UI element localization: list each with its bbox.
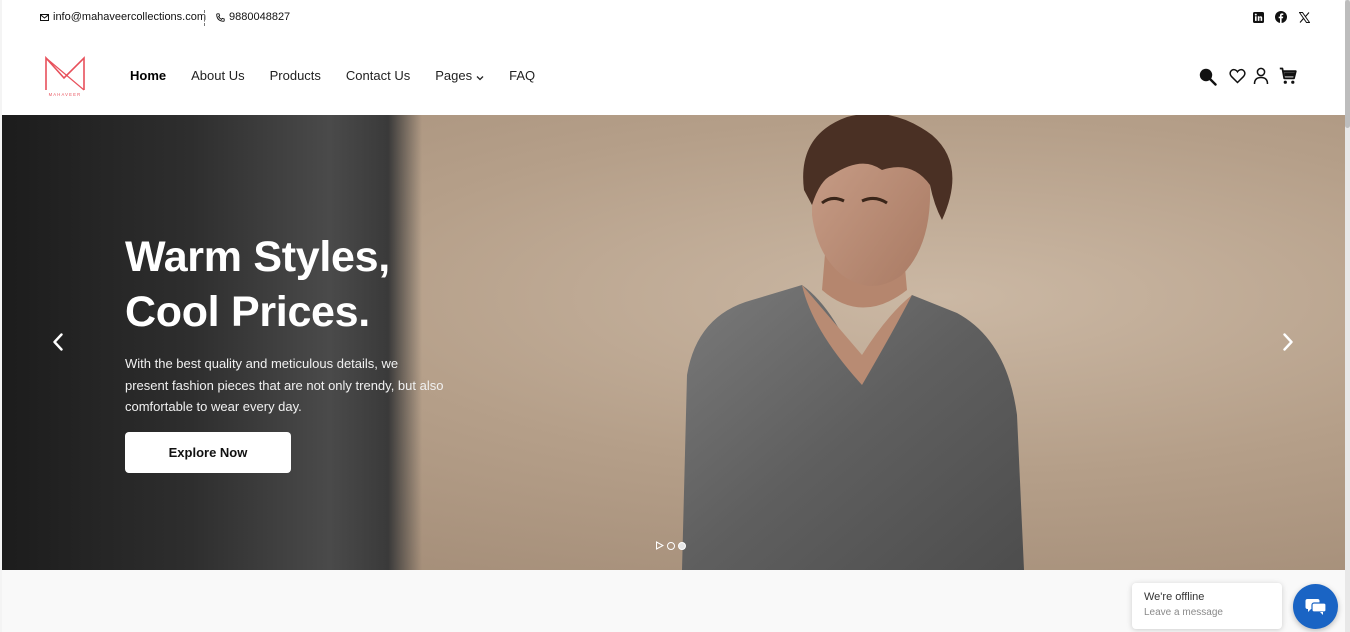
chat-launcher-button[interactable]: [1293, 584, 1338, 629]
email-text: info@mahaveercollections.com: [53, 11, 207, 23]
nav-pages-label: Pages: [435, 68, 473, 83]
page: info@mahaveercollections.com 9880048827 …: [2, 0, 1345, 632]
nav-faq[interactable]: FAQ: [509, 68, 535, 84]
slider-dot-1[interactable]: [667, 541, 675, 550]
hero-title-line1: Warm Styles,: [125, 233, 390, 281]
linkedin-icon[interactable]: [1252, 11, 1264, 23]
slider-dot-2[interactable]: [678, 541, 686, 550]
slider-prev-arrow[interactable]: [47, 331, 69, 353]
nav-pages[interactable]: Pages: [435, 68, 484, 84]
explore-now-button[interactable]: Explore Now: [125, 432, 291, 473]
hero-title-line2: Cool Prices.: [125, 288, 370, 336]
chat-icon: [1305, 598, 1327, 615]
topbar-divider: [204, 10, 205, 26]
cart-icon[interactable]: [1278, 66, 1298, 86]
chat-status: We're offline: [1144, 591, 1205, 603]
page-scrollbar[interactable]: [1345, 0, 1350, 632]
search-icon[interactable]: [1197, 66, 1217, 86]
chevron-down-icon: [476, 69, 484, 84]
nav-contact-us[interactable]: Contact Us: [346, 68, 410, 84]
play-icon[interactable]: [655, 541, 664, 550]
heart-icon[interactable]: [1227, 66, 1247, 86]
nav-about-us[interactable]: About Us: [191, 68, 244, 84]
phone-icon: [216, 12, 225, 22]
phone-text: 9880048827: [229, 11, 291, 23]
mail-icon: [40, 13, 49, 21]
chevron-left-icon: [53, 333, 63, 351]
top-bar: info@mahaveercollections.com 9880048827: [2, 0, 1345, 36]
main-nav: Home About Us Products Contact Us Pages …: [130, 68, 560, 84]
slider-pagination: [655, 541, 686, 550]
facebook-icon[interactable]: [1275, 11, 1287, 23]
hero-slider: Warm Styles, Cool Prices. With the best …: [2, 115, 1345, 570]
slider-next-arrow[interactable]: [1277, 331, 1299, 353]
nav-home[interactable]: Home: [130, 68, 166, 84]
hero-desc-line2: present fashion pieces that are not only…: [125, 377, 444, 393]
x-twitter-icon[interactable]: [1298, 11, 1310, 23]
chat-prompt: Leave a message: [1144, 607, 1223, 618]
phone-link[interactable]: 9880048827: [216, 11, 290, 23]
scrollbar-thumb[interactable]: [1345, 0, 1350, 128]
hero-description: With the best quality and meticulous det…: [125, 353, 475, 418]
hero-title: Warm Styles, Cool Prices.: [125, 230, 545, 340]
main-header: MAHAVEER Home About Us Products Contact …: [2, 36, 1345, 115]
brand-logo[interactable]: MAHAVEER: [40, 52, 90, 98]
chevron-right-icon: [1283, 333, 1293, 351]
email-link[interactable]: info@mahaveercollections.com: [40, 11, 206, 23]
hero-desc-line1: With the best quality and meticulous det…: [125, 356, 399, 371]
nav-products[interactable]: Products: [270, 68, 321, 84]
svg-text:MAHAVEER: MAHAVEER: [49, 92, 82, 97]
hero-desc-line3: comfortable to wear every day.: [125, 399, 302, 414]
logo-mark: MAHAVEER: [45, 55, 85, 97]
hero-model-image: [682, 115, 1024, 570]
chat-message-bubble[interactable]: We're offline Leave a message: [1132, 583, 1282, 629]
user-icon[interactable]: [1251, 66, 1271, 86]
